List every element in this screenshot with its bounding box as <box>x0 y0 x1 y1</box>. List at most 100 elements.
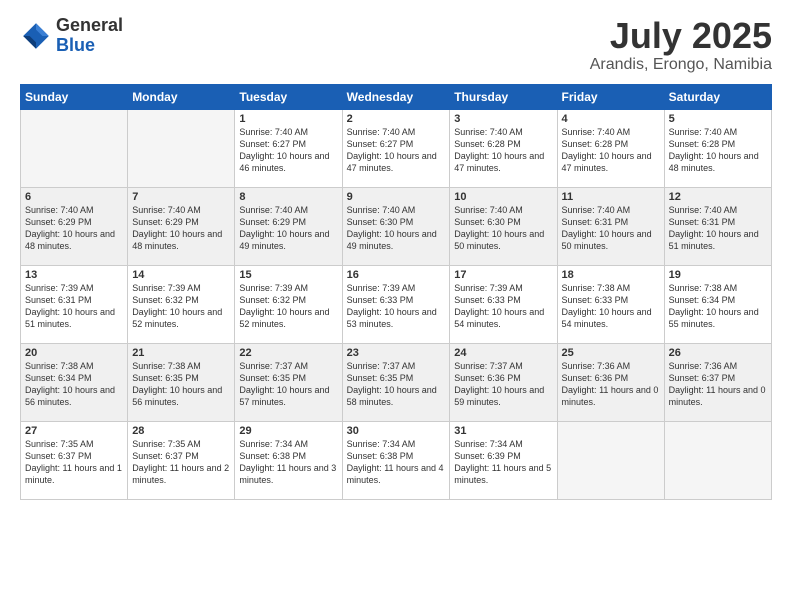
day-number: 11 <box>562 191 660 203</box>
calendar-cell <box>664 421 771 499</box>
day-number: 26 <box>669 347 767 359</box>
header: General Blue July 2025 Arandis, Erongo, … <box>20 16 772 74</box>
day-info: Sunrise: 7:37 AM Sunset: 6:35 PM Dayligh… <box>347 360 446 409</box>
calendar-cell: 4Sunrise: 7:40 AM Sunset: 6:28 PM Daylig… <box>557 109 664 187</box>
calendar-cell: 5Sunrise: 7:40 AM Sunset: 6:28 PM Daylig… <box>664 109 771 187</box>
day-number: 4 <box>562 113 660 125</box>
calendar-cell: 30Sunrise: 7:34 AM Sunset: 6:38 PM Dayli… <box>342 421 450 499</box>
day-number: 14 <box>132 269 230 281</box>
day-info: Sunrise: 7:40 AM Sunset: 6:29 PM Dayligh… <box>25 204 123 253</box>
logo-text: General Blue <box>56 16 123 56</box>
day-number: 16 <box>347 269 446 281</box>
day-info: Sunrise: 7:39 AM Sunset: 6:31 PM Dayligh… <box>25 282 123 331</box>
day-info: Sunrise: 7:35 AM Sunset: 6:37 PM Dayligh… <box>132 438 230 487</box>
logo-general: General <box>56 16 123 36</box>
day-number: 9 <box>347 191 446 203</box>
calendar-cell: 20Sunrise: 7:38 AM Sunset: 6:34 PM Dayli… <box>21 343 128 421</box>
calendar-cell: 25Sunrise: 7:36 AM Sunset: 6:36 PM Dayli… <box>557 343 664 421</box>
day-number: 27 <box>25 425 123 437</box>
day-number: 5 <box>669 113 767 125</box>
calendar-header-row: SundayMondayTuesdayWednesdayThursdayFrid… <box>21 84 772 109</box>
day-info: Sunrise: 7:40 AM Sunset: 6:29 PM Dayligh… <box>132 204 230 253</box>
calendar-header-wednesday: Wednesday <box>342 84 450 109</box>
calendar-cell: 3Sunrise: 7:40 AM Sunset: 6:28 PM Daylig… <box>450 109 557 187</box>
day-number: 13 <box>25 269 123 281</box>
calendar-cell: 27Sunrise: 7:35 AM Sunset: 6:37 PM Dayli… <box>21 421 128 499</box>
calendar-cell: 28Sunrise: 7:35 AM Sunset: 6:37 PM Dayli… <box>128 421 235 499</box>
day-number: 28 <box>132 425 230 437</box>
calendar-cell: 26Sunrise: 7:36 AM Sunset: 6:37 PM Dayli… <box>664 343 771 421</box>
calendar-cell: 15Sunrise: 7:39 AM Sunset: 6:32 PM Dayli… <box>235 265 342 343</box>
day-number: 12 <box>669 191 767 203</box>
day-info: Sunrise: 7:37 AM Sunset: 6:36 PM Dayligh… <box>454 360 552 409</box>
day-info: Sunrise: 7:39 AM Sunset: 6:33 PM Dayligh… <box>454 282 552 331</box>
day-info: Sunrise: 7:40 AM Sunset: 6:27 PM Dayligh… <box>239 126 337 175</box>
logo-blue: Blue <box>56 36 123 56</box>
day-number: 22 <box>239 347 337 359</box>
day-number: 18 <box>562 269 660 281</box>
day-info: Sunrise: 7:40 AM Sunset: 6:30 PM Dayligh… <box>454 204 552 253</box>
calendar-cell: 31Sunrise: 7:34 AM Sunset: 6:39 PM Dayli… <box>450 421 557 499</box>
day-info: Sunrise: 7:39 AM Sunset: 6:32 PM Dayligh… <box>132 282 230 331</box>
calendar-header-thursday: Thursday <box>450 84 557 109</box>
calendar-cell <box>128 109 235 187</box>
calendar-header-friday: Friday <box>557 84 664 109</box>
day-info: Sunrise: 7:36 AM Sunset: 6:36 PM Dayligh… <box>562 360 660 409</box>
calendar-cell: 2Sunrise: 7:40 AM Sunset: 6:27 PM Daylig… <box>342 109 450 187</box>
title-block: July 2025 Arandis, Erongo, Namibia <box>590 16 772 74</box>
calendar-cell: 12Sunrise: 7:40 AM Sunset: 6:31 PM Dayli… <box>664 187 771 265</box>
calendar-cell: 17Sunrise: 7:39 AM Sunset: 6:33 PM Dayli… <box>450 265 557 343</box>
day-number: 19 <box>669 269 767 281</box>
day-number: 1 <box>239 113 337 125</box>
calendar-cell: 13Sunrise: 7:39 AM Sunset: 6:31 PM Dayli… <box>21 265 128 343</box>
day-info: Sunrise: 7:40 AM Sunset: 6:31 PM Dayligh… <box>669 204 767 253</box>
calendar-cell: 6Sunrise: 7:40 AM Sunset: 6:29 PM Daylig… <box>21 187 128 265</box>
day-info: Sunrise: 7:39 AM Sunset: 6:32 PM Dayligh… <box>239 282 337 331</box>
day-info: Sunrise: 7:37 AM Sunset: 6:35 PM Dayligh… <box>239 360 337 409</box>
calendar-cell: 14Sunrise: 7:39 AM Sunset: 6:32 PM Dayli… <box>128 265 235 343</box>
day-number: 29 <box>239 425 337 437</box>
calendar-week-5: 27Sunrise: 7:35 AM Sunset: 6:37 PM Dayli… <box>21 421 772 499</box>
calendar-cell <box>21 109 128 187</box>
page: General Blue July 2025 Arandis, Erongo, … <box>0 0 792 612</box>
day-info: Sunrise: 7:38 AM Sunset: 6:33 PM Dayligh… <box>562 282 660 331</box>
day-info: Sunrise: 7:36 AM Sunset: 6:37 PM Dayligh… <box>669 360 767 409</box>
day-info: Sunrise: 7:34 AM Sunset: 6:39 PM Dayligh… <box>454 438 552 487</box>
calendar-cell: 10Sunrise: 7:40 AM Sunset: 6:30 PM Dayli… <box>450 187 557 265</box>
calendar-cell: 16Sunrise: 7:39 AM Sunset: 6:33 PM Dayli… <box>342 265 450 343</box>
calendar-cell: 11Sunrise: 7:40 AM Sunset: 6:31 PM Dayli… <box>557 187 664 265</box>
calendar-cell: 24Sunrise: 7:37 AM Sunset: 6:36 PM Dayli… <box>450 343 557 421</box>
calendar-header-sunday: Sunday <box>21 84 128 109</box>
day-number: 2 <box>347 113 446 125</box>
day-number: 24 <box>454 347 552 359</box>
month-title: July 2025 <box>590 16 772 56</box>
logo-icon <box>20 20 52 52</box>
day-info: Sunrise: 7:40 AM Sunset: 6:31 PM Dayligh… <box>562 204 660 253</box>
calendar-cell: 7Sunrise: 7:40 AM Sunset: 6:29 PM Daylig… <box>128 187 235 265</box>
location: Arandis, Erongo, Namibia <box>590 56 772 74</box>
day-number: 15 <box>239 269 337 281</box>
day-number: 30 <box>347 425 446 437</box>
day-info: Sunrise: 7:40 AM Sunset: 6:27 PM Dayligh… <box>347 126 446 175</box>
calendar-week-2: 6Sunrise: 7:40 AM Sunset: 6:29 PM Daylig… <box>21 187 772 265</box>
calendar-cell <box>557 421 664 499</box>
day-number: 6 <box>25 191 123 203</box>
day-info: Sunrise: 7:34 AM Sunset: 6:38 PM Dayligh… <box>239 438 337 487</box>
calendar-week-4: 20Sunrise: 7:38 AM Sunset: 6:34 PM Dayli… <box>21 343 772 421</box>
day-info: Sunrise: 7:39 AM Sunset: 6:33 PM Dayligh… <box>347 282 446 331</box>
calendar-cell: 8Sunrise: 7:40 AM Sunset: 6:29 PM Daylig… <box>235 187 342 265</box>
calendar-week-3: 13Sunrise: 7:39 AM Sunset: 6:31 PM Dayli… <box>21 265 772 343</box>
calendar-cell: 21Sunrise: 7:38 AM Sunset: 6:35 PM Dayli… <box>128 343 235 421</box>
day-info: Sunrise: 7:35 AM Sunset: 6:37 PM Dayligh… <box>25 438 123 487</box>
calendar-cell: 1Sunrise: 7:40 AM Sunset: 6:27 PM Daylig… <box>235 109 342 187</box>
calendar-cell: 23Sunrise: 7:37 AM Sunset: 6:35 PM Dayli… <box>342 343 450 421</box>
day-number: 20 <box>25 347 123 359</box>
day-info: Sunrise: 7:40 AM Sunset: 6:28 PM Dayligh… <box>669 126 767 175</box>
day-info: Sunrise: 7:38 AM Sunset: 6:34 PM Dayligh… <box>669 282 767 331</box>
day-info: Sunrise: 7:40 AM Sunset: 6:30 PM Dayligh… <box>347 204 446 253</box>
calendar: SundayMondayTuesdayWednesdayThursdayFrid… <box>20 84 772 500</box>
calendar-cell: 22Sunrise: 7:37 AM Sunset: 6:35 PM Dayli… <box>235 343 342 421</box>
calendar-header-saturday: Saturday <box>664 84 771 109</box>
day-number: 21 <box>132 347 230 359</box>
day-info: Sunrise: 7:40 AM Sunset: 6:28 PM Dayligh… <box>562 126 660 175</box>
